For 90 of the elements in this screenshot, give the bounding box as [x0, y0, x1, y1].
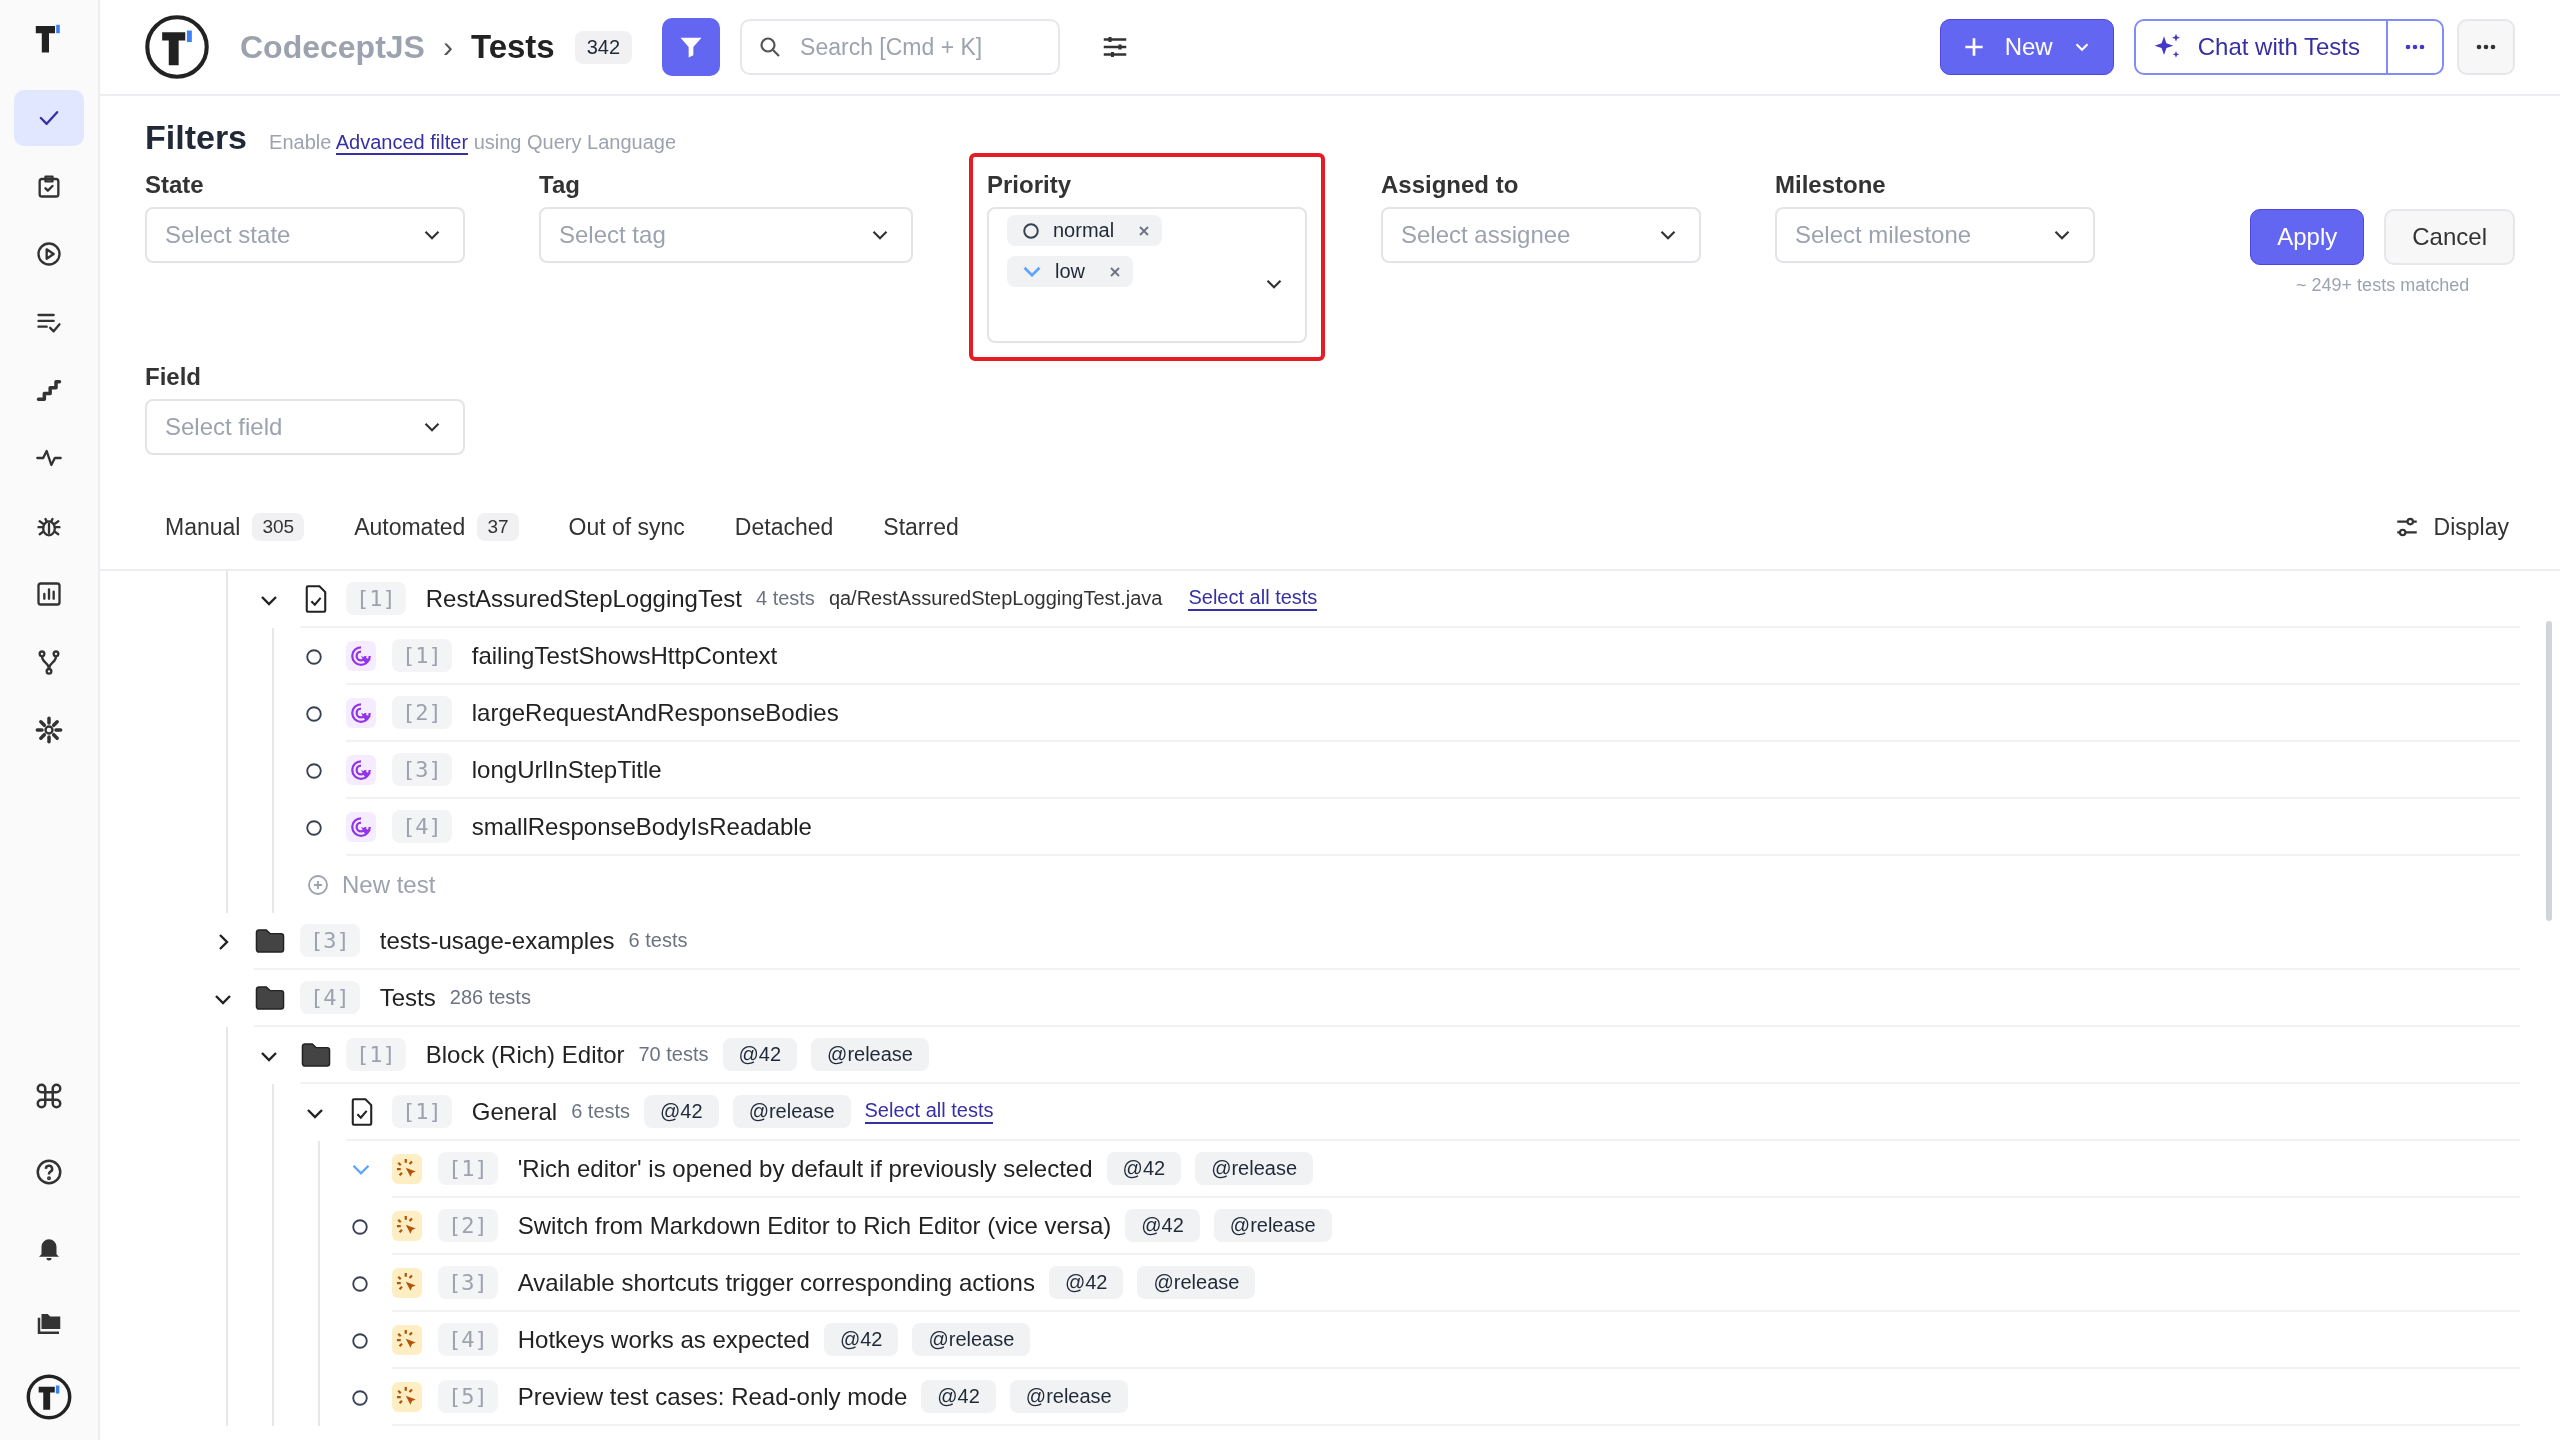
cancel-button[interactable]: Cancel [2384, 209, 2515, 265]
filter-label: State [145, 171, 205, 199]
breadcrumb-separator: › [442, 30, 453, 64]
test-count: 4 tests [755, 587, 815, 610]
test-count: 6 tests [628, 929, 688, 952]
filter-label: Priority [987, 171, 1073, 199]
scrollbar[interactable] [2546, 621, 2552, 921]
remove-icon[interactable] [1109, 265, 1121, 278]
tag[interactable]: @release [1137, 1266, 1256, 1299]
index-label: [4] [300, 981, 360, 1014]
test-title[interactable]: largeRequestAndResponseBodies [471, 698, 839, 727]
index-label: [5] [438, 1380, 498, 1413]
test-count: 6 tests [571, 1100, 631, 1123]
index-label: [1] [392, 639, 452, 672]
suite-title[interactable]: General [471, 1097, 558, 1126]
tab[interactable]: Automated 37 [334, 505, 539, 549]
priority-chip[interactable]: normal [1007, 215, 1163, 246]
tag[interactable]: @42 [1125, 1209, 1200, 1242]
index-label: [1] [438, 1152, 498, 1185]
tab[interactable]: Out of sync [548, 505, 705, 549]
tag[interactable]: @release [1195, 1152, 1314, 1185]
test-title[interactable]: Available shortcuts trigger corresponding actions [517, 1268, 1035, 1297]
display-button[interactable]: Display [2387, 512, 2515, 542]
filters-title: Filters [145, 118, 248, 157]
dots-icon [2403, 43, 2427, 51]
help-icon[interactable] [34, 1157, 64, 1187]
file-path: qa/RestAssuredStepLoggingTest.java [828, 587, 1163, 610]
priority-chip[interactable]: low [1007, 256, 1133, 287]
suite-title[interactable]: RestAssuredStepLoggingTest [425, 584, 742, 613]
remove-icon[interactable] [1138, 224, 1151, 237]
index-label: [4] [438, 1323, 498, 1356]
tab[interactable]: Starred [863, 505, 979, 549]
tab[interactable]: Detached [714, 505, 854, 549]
new-button[interactable]: New [1939, 19, 2114, 75]
filter-label: Field [145, 363, 202, 391]
tag[interactable]: @release [732, 1095, 851, 1128]
tag[interactable]: @release [1213, 1209, 1332, 1242]
bar-chart-icon [35, 580, 63, 608]
command-icon[interactable] [34, 1081, 64, 1111]
filter-hint: Enable Advanced filter using Query Language [269, 131, 676, 154]
test-title[interactable]: Hotkeys works as expected [517, 1325, 810, 1354]
filter-button[interactable] [662, 18, 721, 76]
filter-label: Assigned to [1381, 171, 1520, 199]
more-button[interactable] [2386, 21, 2442, 73]
tab[interactable]: Manual 305 [145, 505, 325, 549]
logo-icon[interactable] [26, 1374, 72, 1420]
index-label: [2] [438, 1209, 498, 1242]
apply-button[interactable]: Apply [2250, 209, 2365, 265]
dots-icon [2474, 43, 2498, 51]
tag[interactable]: @42 [1106, 1152, 1182, 1185]
filter-label: Tag [539, 171, 581, 199]
suite-title[interactable]: Tests [379, 983, 436, 1012]
matched-count: ~ 249+ tests matched [2296, 275, 2470, 296]
count-badge: 342 [574, 30, 633, 64]
select-all-link[interactable]: Select all tests [864, 1099, 994, 1124]
test-title[interactable]: longUrlInStepTitle [471, 755, 662, 784]
index-label: [1] [346, 1038, 406, 1071]
suite-title[interactable]: tests-usage-examples [379, 926, 615, 955]
logo-icon[interactable] [144, 14, 210, 80]
index-label: [4] [392, 810, 452, 843]
test-title[interactable]: 'Rich editor' is opened by default if previously selected [517, 1154, 1093, 1183]
index-label: [3] [300, 924, 360, 957]
tag[interactable]: @42 [823, 1323, 899, 1356]
select-field[interactable]: normal low [987, 207, 1307, 343]
suite-title[interactable]: Block (Rich) Editor [425, 1040, 625, 1069]
tag[interactable]: @release [811, 1038, 929, 1071]
select-all-link[interactable]: Select all tests [1188, 586, 1318, 611]
page-title: Tests [470, 28, 555, 66]
test-title[interactable]: failingTestShowsHttpContext [471, 641, 778, 670]
index-label: [1] [346, 582, 406, 615]
tag[interactable]: @42 [1048, 1266, 1124, 1299]
tag[interactable]: @42 [722, 1038, 798, 1071]
test-count: 70 tests [638, 1043, 709, 1066]
index-label: [1] [392, 1095, 452, 1128]
test-count: 286 tests [449, 986, 531, 1009]
plus-circle-icon [306, 872, 330, 897]
test-title[interactable]: Switch from Markdown Editor to Rich Editor (vice versa) [517, 1211, 1112, 1240]
index-label: [2] [392, 696, 452, 729]
play-icon [35, 240, 63, 268]
filter-label: Milestone [1775, 171, 1887, 199]
index-label: [3] [392, 753, 452, 786]
tag[interactable]: @release [912, 1323, 1031, 1356]
test-title[interactable]: Preview test cases: Read-only mode [517, 1382, 908, 1411]
tag[interactable]: @release [1009, 1380, 1128, 1413]
tag[interactable]: @42 [644, 1095, 719, 1128]
search-field[interactable]: Search [Cmd + K] [740, 19, 1061, 75]
index-label: [3] [438, 1266, 498, 1299]
test-title[interactable]: smallResponseBodyIsReadable [471, 812, 812, 841]
tag[interactable]: @42 [921, 1380, 996, 1413]
advanced-filter-link[interactable]: Advanced filter [335, 131, 469, 155]
